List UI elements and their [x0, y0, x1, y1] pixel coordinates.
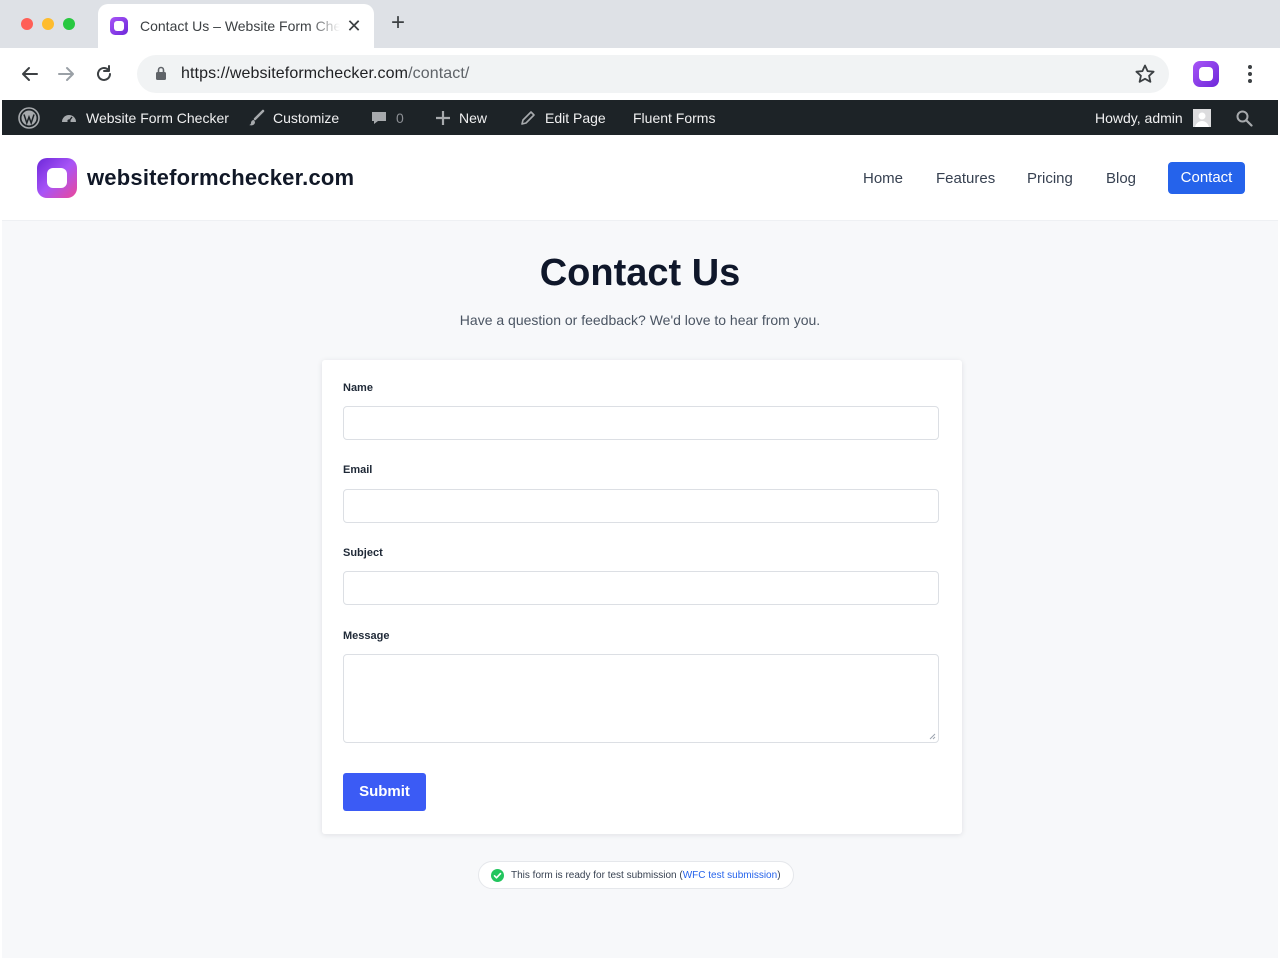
message-label: Message [343, 630, 390, 642]
message-textarea[interactable] [343, 654, 939, 743]
tab-title: Contact Us – Website Form Checker [140, 18, 340, 34]
avatar [1192, 108, 1211, 127]
admin-bar-site-link[interactable]: Website Form Checker [60, 100, 229, 135]
admin-bar-new[interactable]: New [435, 100, 487, 135]
page-title: Contact Us [539, 252, 741, 294]
close-window-button[interactable] [21, 18, 33, 30]
favicon-icon [110, 17, 128, 35]
dashboard-icon [62, 114, 76, 123]
pencil-icon [521, 110, 535, 125]
email-label: Email [343, 464, 373, 476]
page-subtitle: Have a question or feedback? We'd love t… [459, 312, 821, 328]
email-field[interactable] [343, 489, 939, 523]
menu-dots-icon[interactable] [1240, 62, 1260, 86]
admin-bar-edit-page[interactable]: Edit Page [519, 100, 606, 135]
plus-icon [436, 110, 450, 125]
tab-close-icon[interactable]: ✕ [342, 14, 366, 38]
maximize-window-button[interactable] [63, 18, 75, 30]
admin-bar-customize-label: Customize [273, 109, 340, 126]
admin-bar-howdy: Howdy, admin [1095, 109, 1183, 126]
url-text[interactable]: https://websiteformchecker.com/contact/ [181, 65, 469, 83]
site-brand[interactable]: websiteformchecker.com [87, 165, 354, 191]
admin-bar-fluent-forms[interactable]: Fluent Forms [633, 100, 715, 135]
admin-bar-account[interactable]: Howdy, admin [1095, 100, 1211, 135]
nav-contact-button[interactable]: Contact [1168, 162, 1245, 194]
status-text: This form is ready for test submission ( [511, 869, 683, 881]
logo-icon[interactable] [37, 158, 77, 198]
submit-button[interactable]: Submit [343, 773, 426, 811]
star-icon[interactable] [1133, 62, 1157, 86]
admin-bar-search-icon[interactable] [1235, 100, 1261, 135]
nav-pricing[interactable]: Pricing [1027, 170, 1073, 187]
admin-bar-comments-count: 0 [396, 109, 404, 126]
wfc-test-submission-link[interactable]: WFC test submission [683, 870, 777, 881]
admin-bar-customize[interactable]: Customize [247, 100, 339, 135]
browser-toolbar: https://websiteformchecker.com/contact/ [0, 48, 1280, 100]
browser-tab-bar: Contact Us – Website Form Checker ✕ + [0, 0, 1280, 48]
comment-icon [372, 111, 386, 124]
contact-form: Name Email Subject Message Submit [322, 360, 962, 834]
status-suffix: ) [777, 869, 781, 881]
admin-bar-comments[interactable]: 0 [370, 100, 404, 135]
resize-grip-icon[interactable] [929, 733, 936, 740]
page-content: Contact Us Have a question or feedback? … [2, 221, 1278, 958]
nav-blog[interactable]: Blog [1106, 170, 1136, 187]
subject-field[interactable] [343, 571, 939, 605]
check-circle-icon [491, 868, 504, 882]
browser-tab-active[interactable]: Contact Us – Website Form Checker ✕ [98, 4, 374, 48]
lock-icon[interactable] [155, 66, 167, 80]
back-arrow-icon[interactable] [16, 60, 44, 88]
name-field[interactable] [343, 406, 939, 440]
admin-bar-site-name: Website Form Checker [86, 109, 229, 126]
url-host: https://websiteformchecker.com [181, 65, 409, 82]
subject-label: Subject [343, 547, 383, 559]
wp-admin-bar: Website Form Checker Customize 0 New Edi… [2, 100, 1278, 135]
new-tab-button[interactable]: + [386, 11, 410, 36]
reload-icon[interactable] [90, 60, 118, 88]
name-label: Name [343, 382, 373, 394]
address-bar[interactable]: https://websiteformchecker.com/contact/ [137, 55, 1169, 93]
forward-arrow-icon[interactable] [52, 60, 80, 88]
extension-icon[interactable] [1193, 61, 1219, 87]
url-path: /contact/ [408, 65, 470, 82]
nav-home[interactable]: Home [863, 170, 903, 187]
site-header: websiteformchecker.com Home Features Pri… [2, 135, 1278, 221]
admin-bar-edit-page-label: Edit Page [545, 109, 606, 126]
nav-features[interactable]: Features [936, 170, 995, 187]
brush-icon [249, 109, 265, 125]
wordpress-logo-icon[interactable] [18, 100, 48, 135]
admin-bar-new-label: New [459, 109, 488, 126]
minimize-window-button[interactable] [42, 18, 54, 30]
status-badge: This form is ready for test submission (… [478, 861, 794, 889]
